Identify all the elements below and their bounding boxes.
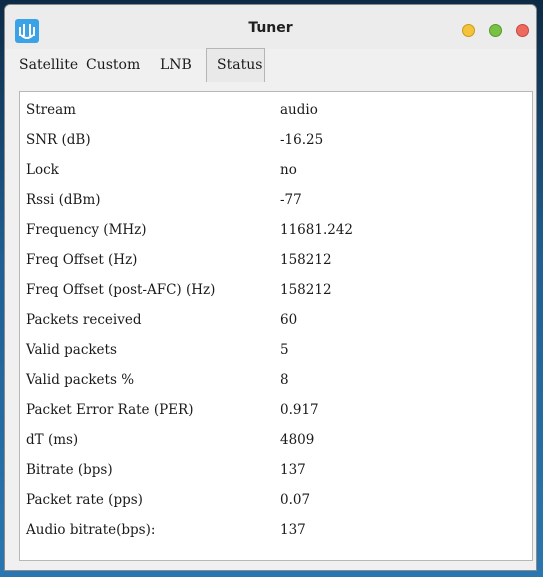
- status-label: Bitrate (bps): [26, 462, 113, 478]
- status-panel: Stream audio SNR (dB) -16.25 Lock no Rss…: [19, 91, 533, 561]
- status-value: 158212: [280, 252, 332, 268]
- status-value: -16.25: [280, 132, 324, 148]
- maximize-button[interactable]: [489, 24, 502, 37]
- status-value: -77: [280, 192, 302, 208]
- title-bar[interactable]: Tuner: [5, 5, 536, 49]
- status-label: Freq Offset (Hz): [26, 252, 138, 268]
- status-label: Valid packets %: [26, 372, 135, 388]
- status-label: Valid packets: [26, 342, 117, 358]
- tab-bar: Satellite Custom LNB Status: [9, 48, 265, 83]
- status-value: no: [280, 162, 297, 178]
- status-label: Packet rate (pps): [26, 492, 143, 508]
- status-value: 4809: [280, 432, 315, 448]
- status-value: 158212: [280, 282, 332, 298]
- tab-satellite[interactable]: Satellite: [9, 49, 78, 81]
- tab-custom[interactable]: Custom: [75, 49, 144, 81]
- status-label: Audio bitrate(bps):: [26, 522, 156, 538]
- status-value: 137: [280, 462, 306, 478]
- status-label: dT (ms): [26, 432, 79, 448]
- window-title: Tuner: [248, 20, 293, 36]
- status-value: 5: [280, 342, 289, 358]
- status-label: Stream: [26, 102, 76, 118]
- status-label: Packets received: [26, 312, 142, 328]
- status-label: Packet Error Rate (PER): [26, 402, 194, 418]
- tab-lnb[interactable]: LNB: [144, 49, 206, 81]
- status-value: 60: [280, 312, 298, 328]
- status-label: SNR (dB): [26, 132, 91, 148]
- status-value: 8: [280, 372, 289, 388]
- status-label: Rssi (dBm): [26, 192, 101, 208]
- tuner-window: Tuner Satellite Custom LNB Status Stream…: [4, 4, 537, 571]
- status-value: 11681.242: [280, 222, 354, 238]
- status-value: 137: [280, 522, 306, 538]
- minimize-button[interactable]: [462, 24, 475, 37]
- tab-status[interactable]: Status: [206, 48, 265, 82]
- status-value: 0.07: [280, 492, 311, 508]
- status-label: Frequency (MHz): [26, 222, 147, 238]
- close-button[interactable]: [516, 24, 529, 37]
- status-value: 0.917: [280, 402, 319, 418]
- status-value: audio: [280, 102, 318, 118]
- status-label: Freq Offset (post-AFC) (Hz): [26, 282, 216, 298]
- status-label: Lock: [26, 162, 59, 178]
